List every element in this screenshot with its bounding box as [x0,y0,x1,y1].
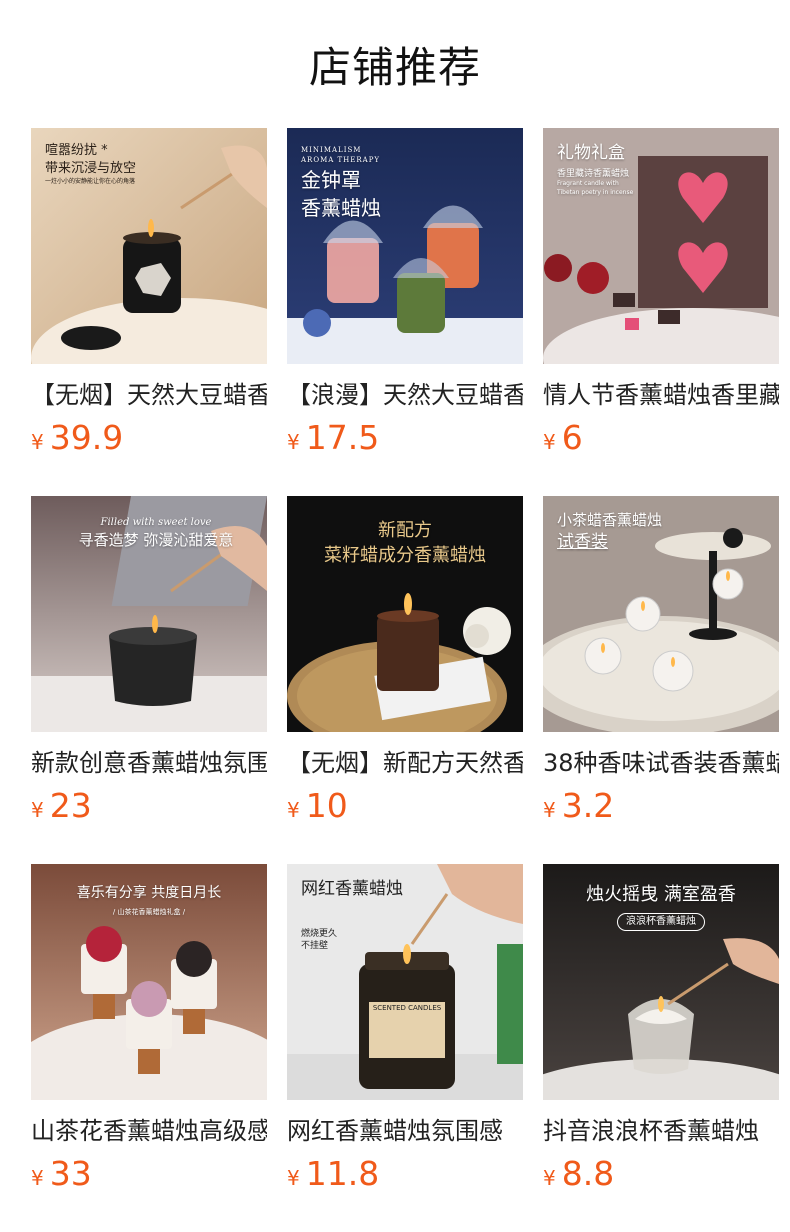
product-card[interactable]: MINIMALISM AROMA THERAPY 金钟罩 香薰蜡烛 【浪漫】天然… [287,128,523,464]
product-name[interactable]: 38种香味试香装香薰蜡烛 [543,746,779,780]
product-name[interactable]: 【浪漫】天然大豆蜡香薰蜡烛 [287,378,523,412]
image-caption: Filled with sweet love [100,517,212,528]
product-card[interactable]: 网红香薰蜡烛 燃烧更久 不挂壁 SCENTED CANDLES 网红香薰蜡烛氛围… [287,864,523,1200]
image-caption: Fragrant candle with [557,180,619,188]
price-value: 8.8 [561,1154,615,1193]
product-image[interactable]: 网红香薰蜡烛 燃烧更久 不挂壁 SCENTED CANDLES [287,864,523,1100]
image-caption: 新配方 [378,520,432,541]
product-price: ¥10 [287,786,523,832]
image-caption: 金钟罩 [301,167,361,192]
image-caption: 喧嚣纷扰 * [45,143,108,158]
price-value: 3.2 [561,786,615,825]
product-grid: 喧嚣纷扰 * 带来沉浸与放空 一炷小小的安静能让你在心的角落 【无烟】天然大豆蜡… [0,0,790,1232]
image-caption: 浪浪杯香薰蜡烛 [617,913,705,932]
product-card[interactable]: 烛火摇曳 满室盈香 浪浪杯香薰蜡烛 抖音浪浪杯香薰蜡烛 ¥8.8 [543,864,779,1200]
product-card[interactable]: 喜乐有分享 共度日月长 / 山茶花香薰蜡烛礼盒 / 山茶花香薰蜡烛高级感 ¥33 [31,864,267,1200]
price-value: 17.5 [305,418,380,457]
currency-symbol: ¥ [31,1166,44,1190]
product-card[interactable]: 喧嚣纷扰 * 带来沉浸与放空 一炷小小的安静能让你在心的角落 【无烟】天然大豆蜡… [31,128,267,464]
currency-symbol: ¥ [543,1166,556,1190]
product-image[interactable]: 喜乐有分享 共度日月长 / 山茶花香薰蜡烛礼盒 / [31,864,267,1100]
product-image[interactable]: 喧嚣纷扰 * 带来沉浸与放空 一炷小小的安静能让你在心的角落 [31,128,267,364]
product-card[interactable]: Filled with sweet love 寻香造梦 弥漫沁甜爱意 新款创意香… [31,496,267,832]
image-caption: 试香装 [557,532,608,552]
currency-symbol: ¥ [287,1166,300,1190]
image-caption: 一炷小小的安静能让你在心的角落 [45,178,136,186]
image-caption: 礼物礼盒 [557,143,625,163]
currency-symbol: ¥ [31,798,44,822]
product-image[interactable]: 礼物礼盒 香里藏诗香薰蜡烛 Fragrant candle with Tibet… [543,128,779,364]
image-caption: 寻香造梦 弥漫沁甜爱意 [78,531,234,549]
product-name[interactable]: 【无烟】新配方天然香薰蜡烛 [287,746,523,780]
image-caption: 香里藏诗香薰蜡烛 [557,168,630,179]
image-caption: / 山茶花香薰蜡烛礼盒 / [112,907,186,916]
product-image[interactable]: 小茶蜡香薰蜡烛 试香装 [543,496,779,732]
product-price: ¥17.5 [287,418,523,464]
image-caption: 燃烧更久 [301,928,338,939]
product-card[interactable]: 小茶蜡香薰蜡烛 试香装 38种香味试香装香薰蜡烛 ¥3.2 [543,496,779,832]
currency-symbol: ¥ [287,430,300,454]
product-card[interactable]: 新配方 菜籽蜡成分香薰蜡烛 【无烟】新配方天然香薰蜡烛 ¥10 [287,496,523,832]
image-caption: 香薰蜡烛 [301,195,381,220]
currency-symbol: ¥ [543,798,556,822]
price-value: 10 [305,786,348,825]
product-image[interactable]: MINIMALISM AROMA THERAPY 金钟罩 香薰蜡烛 [287,128,523,364]
product-name[interactable]: 抖音浪浪杯香薰蜡烛 [543,1114,779,1148]
image-caption: 小茶蜡香薰蜡烛 [557,511,663,529]
product-name[interactable]: 【无烟】天然大豆蜡香薰蜡烛 [31,378,267,412]
product-price: ¥8.8 [543,1154,779,1200]
product-price: ¥23 [31,786,267,832]
price-value: 23 [49,786,92,825]
image-caption: 烛火摇曳 满室盈香 [586,884,736,905]
currency-symbol: ¥ [31,430,44,454]
product-name[interactable]: 网红香薰蜡烛氛围感 [287,1114,523,1148]
product-image[interactable]: Filled with sweet love 寻香造梦 弥漫沁甜爱意 [31,496,267,732]
product-price: ¥11.8 [287,1154,523,1200]
image-caption: MINIMALISM [301,146,362,154]
product-name[interactable]: 新款创意香薰蜡烛氛围感 [31,746,267,780]
image-caption: 喜乐有分享 共度日月长 [76,885,222,901]
product-name[interactable]: 山茶花香薰蜡烛高级感 [31,1114,267,1148]
price-value: 6 [561,418,583,457]
product-price: ¥39.9 [31,418,267,464]
image-caption: 菜籽蜡成分香薰蜡烛 [324,545,486,567]
product-name[interactable]: 情人节香薰蜡烛香里藏诗 [543,378,779,412]
product-card[interactable]: 礼物礼盒 香里藏诗香薰蜡烛 Fragrant candle with Tibet… [543,128,779,464]
price-value: 33 [49,1154,92,1193]
image-caption: Tibetan poetry in incense [557,188,634,196]
image-caption: 带来沉浸与放空 [45,161,137,177]
image-caption: AROMA THERAPY [301,155,381,164]
jar-label: SCENTED CANDLES [372,1004,442,1012]
product-price: ¥6 [543,418,779,464]
price-value: 11.8 [305,1154,380,1193]
image-caption: 网红香薰蜡烛 [301,879,403,899]
currency-symbol: ¥ [287,798,300,822]
image-caption: 不挂壁 [301,941,329,952]
product-price: ¥33 [31,1154,267,1200]
product-price: ¥3.2 [543,786,779,832]
currency-symbol: ¥ [543,430,556,454]
product-image[interactable]: 烛火摇曳 满室盈香 浪浪杯香薰蜡烛 [543,864,779,1100]
product-image[interactable]: 新配方 菜籽蜡成分香薰蜡烛 [287,496,523,732]
price-value: 39.9 [49,418,124,457]
